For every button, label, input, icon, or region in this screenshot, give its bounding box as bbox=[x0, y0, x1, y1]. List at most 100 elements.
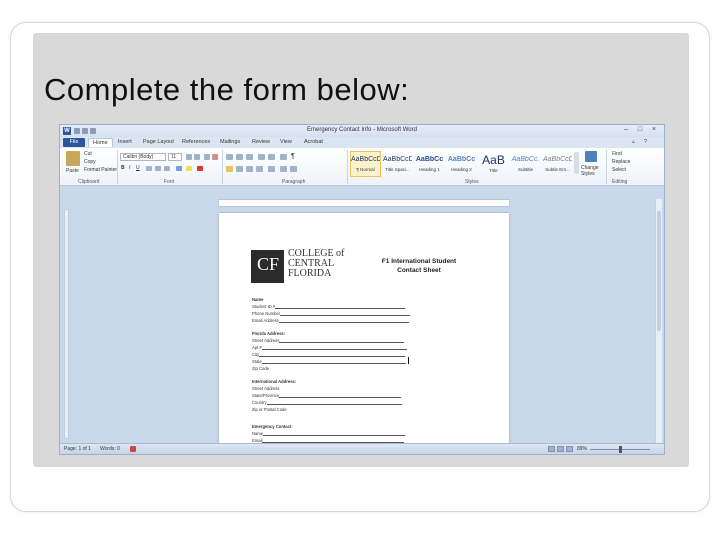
style-normal[interactable]: AaBbCcDc ¶ Normal bbox=[350, 151, 381, 177]
ribbon-separator bbox=[606, 150, 607, 184]
tab-references[interactable]: References bbox=[182, 139, 210, 145]
decrease-indent-icon[interactable] bbox=[258, 154, 265, 160]
document-page[interactable]: CF COLLEGE of CENTRAL FLORIDA F1 Interna… bbox=[219, 213, 509, 449]
logo-text: COLLEGE of CENTRAL FLORIDA bbox=[288, 249, 348, 279]
field-label: Name bbox=[252, 431, 264, 436]
sort-icon[interactable] bbox=[280, 154, 287, 160]
copy-button[interactable]: Copy bbox=[84, 159, 96, 165]
style-heading-2[interactable]: AaBbCc Heading 2 bbox=[446, 151, 477, 177]
style-name: Heading 2 bbox=[451, 167, 472, 172]
numbering-icon[interactable] bbox=[236, 154, 243, 160]
style-title[interactable]: AaB Title bbox=[478, 151, 509, 177]
style-subtitle[interactable]: AaBbCc. Subtitle bbox=[510, 151, 541, 177]
proofing-icon[interactable] bbox=[130, 446, 136, 452]
web-layout-icon[interactable] bbox=[566, 446, 573, 452]
tab-file[interactable]: File bbox=[63, 138, 85, 147]
style-sample: AaBbCcDc bbox=[383, 156, 412, 163]
tab-review[interactable]: Review bbox=[252, 139, 270, 145]
style-heading-1[interactable]: AaBbCc Heading 1 bbox=[414, 151, 445, 177]
vertical-scrollbar[interactable] bbox=[655, 199, 662, 449]
align-center-icon[interactable] bbox=[236, 166, 243, 172]
field-label: Zip or Postal Code bbox=[252, 407, 287, 412]
superscript-icon[interactable] bbox=[164, 166, 170, 171]
minimize-icon[interactable]: – bbox=[621, 126, 631, 133]
show-marks-icon[interactable]: ¶ bbox=[291, 153, 295, 160]
align-left-icon[interactable] bbox=[226, 166, 233, 172]
replace-button[interactable]: Replace bbox=[612, 159, 630, 165]
field-zip[interactable]: Zip Code bbox=[252, 366, 269, 371]
field-intl-street[interactable]: Street Address bbox=[252, 386, 279, 391]
multilevel-list-icon[interactable] bbox=[246, 154, 253, 160]
field-line bbox=[263, 432, 406, 436]
field-intl-state[interactable]: State/Province bbox=[252, 393, 402, 398]
select-button[interactable]: Select bbox=[612, 167, 626, 173]
vertical-ruler[interactable] bbox=[64, 209, 69, 439]
field-email[interactable]: Email Address bbox=[252, 318, 409, 323]
grow-font-icon[interactable] bbox=[186, 154, 192, 160]
bullets-icon[interactable] bbox=[226, 154, 233, 160]
ribbon-separator bbox=[117, 150, 118, 184]
align-right-icon[interactable] bbox=[246, 166, 253, 172]
field-line bbox=[278, 319, 409, 323]
highlight-icon[interactable] bbox=[186, 166, 192, 171]
font-color-icon[interactable] bbox=[197, 166, 203, 171]
tab-insert[interactable]: Insert bbox=[118, 139, 132, 145]
tab-mailings[interactable]: Mailings bbox=[220, 139, 240, 145]
tab-acrobat[interactable]: Acrobat bbox=[304, 139, 323, 145]
document-title-line: Contact Sheet bbox=[397, 267, 441, 274]
format-painter-button[interactable]: Format Painter bbox=[84, 167, 117, 173]
text-effects-icon[interactable] bbox=[176, 166, 182, 171]
shading-icon[interactable] bbox=[280, 166, 287, 172]
shrink-font-icon[interactable] bbox=[194, 154, 200, 160]
field-country[interactable]: Country bbox=[252, 400, 402, 405]
field-apt[interactable]: Apt # bbox=[252, 345, 407, 350]
close-icon[interactable]: × bbox=[649, 126, 659, 133]
tab-home[interactable]: Home bbox=[88, 138, 113, 147]
cut-button[interactable]: Cut bbox=[84, 151, 92, 157]
style-sample: AaBbCcDc bbox=[543, 156, 572, 163]
italic-icon[interactable]: I bbox=[129, 165, 130, 171]
full-screen-icon[interactable] bbox=[557, 446, 564, 452]
font-name-select[interactable]: Calibri (Body) bbox=[120, 153, 166, 161]
strikethrough-icon[interactable] bbox=[146, 166, 152, 171]
slide-title: Complete the form below: bbox=[44, 72, 410, 107]
change-styles-icon[interactable] bbox=[585, 151, 597, 162]
clear-formatting-icon[interactable] bbox=[212, 154, 218, 160]
tab-view[interactable]: View bbox=[280, 139, 292, 145]
paste-icon[interactable] bbox=[66, 151, 80, 166]
field-student-id[interactable]: Student ID # bbox=[252, 304, 406, 309]
scrollbar-thumb[interactable] bbox=[657, 211, 661, 331]
style-title-spacing[interactable]: AaBbCcDc Title Spaci... bbox=[382, 151, 413, 177]
style-subtle-emphasis[interactable]: AaBbCcDc Subtle Em... bbox=[542, 151, 573, 177]
maximize-icon[interactable]: □ bbox=[635, 126, 645, 133]
minimize-ribbon-icon[interactable]: ▵ bbox=[632, 139, 635, 145]
borders-icon[interactable] bbox=[290, 166, 297, 172]
print-layout-icon[interactable] bbox=[548, 446, 555, 452]
underline-icon[interactable]: U bbox=[136, 165, 140, 171]
line-spacing-icon[interactable] bbox=[268, 166, 275, 172]
field-label: Name bbox=[252, 297, 264, 302]
field-state[interactable]: State bbox=[252, 359, 406, 364]
font-size-select[interactable]: 11 bbox=[168, 153, 182, 161]
page-count[interactable]: Page: 1 of 1 bbox=[64, 446, 91, 452]
justify-icon[interactable] bbox=[256, 166, 263, 172]
tab-page-layout[interactable]: Page Layout bbox=[143, 139, 174, 145]
field-street[interactable]: Street Address bbox=[252, 338, 405, 343]
change-case-icon[interactable] bbox=[204, 154, 210, 160]
help-icon[interactable]: ? bbox=[644, 139, 647, 145]
bold-icon[interactable]: B bbox=[121, 165, 125, 171]
change-styles-button[interactable]: Change Styles bbox=[581, 165, 603, 177]
field-phone[interactable]: Phone Number bbox=[252, 311, 411, 316]
field-em-name[interactable]: Name bbox=[252, 431, 406, 436]
find-button[interactable]: Find bbox=[612, 151, 622, 157]
zoom-slider-knob[interactable] bbox=[619, 446, 622, 453]
subscript-icon[interactable] bbox=[155, 166, 161, 171]
increase-indent-icon[interactable] bbox=[268, 154, 275, 160]
horizontal-ruler[interactable] bbox=[218, 199, 510, 207]
word-count[interactable]: Words: 0 bbox=[100, 446, 120, 452]
styles-scroll-icon[interactable] bbox=[574, 152, 579, 174]
field-name[interactable]: Name bbox=[252, 297, 263, 302]
field-postal[interactable]: Zip or Postal Code bbox=[252, 407, 287, 412]
field-city[interactable]: City bbox=[252, 352, 406, 357]
zoom-level[interactable]: 89% bbox=[577, 446, 587, 452]
